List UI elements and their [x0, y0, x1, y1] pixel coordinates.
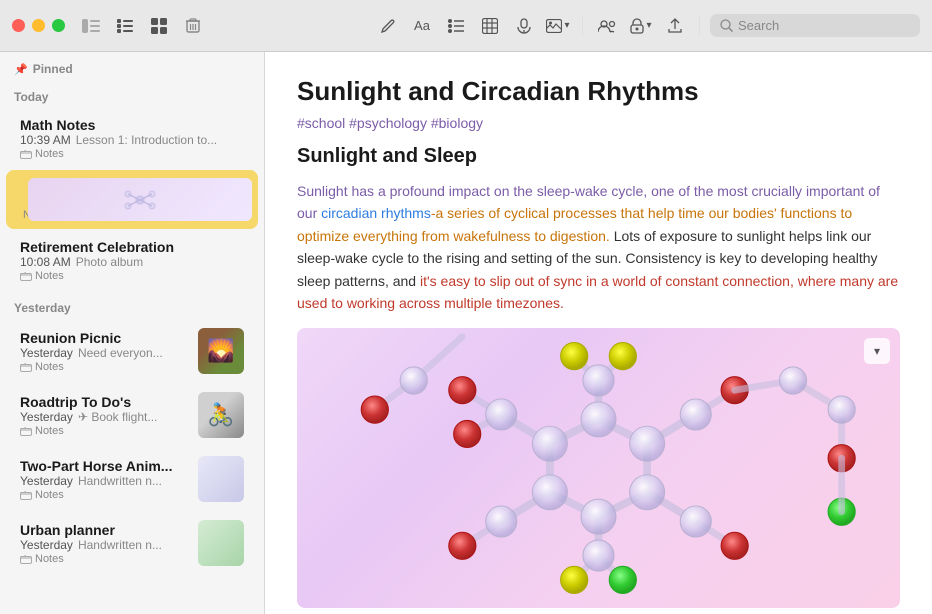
pinned-header: 📌 Pinned: [0, 52, 264, 80]
expand-chevron[interactable]: ▾: [864, 338, 890, 364]
note-meta: Yesterday Need everyon...: [20, 346, 190, 360]
delete-icon[interactable]: [181, 14, 205, 38]
window-controls: [12, 19, 65, 32]
note-title: Reunion Picnic: [20, 330, 190, 346]
search-icon: [720, 19, 733, 32]
note-text-reunion: Reunion Picnic Yesterday Need everyon...…: [20, 330, 190, 373]
grid-view-icon[interactable]: [147, 14, 171, 38]
molecule-image: ▾: [297, 328, 900, 608]
note-item-retirement[interactable]: Retirement Celebration 10:08 AM Photo al…: [6, 231, 258, 290]
font-icon[interactable]: Aa: [408, 12, 436, 40]
pin-icon: 📌: [14, 63, 28, 76]
note-meta: 10:39 AM Lesson 1: Introduction to...: [20, 133, 244, 147]
note-meta: Yesterday Handwritten n...: [20, 474, 190, 488]
note-meta: Yesterday ✈ Book flight...: [20, 410, 190, 424]
table-icon[interactable]: [476, 12, 504, 40]
note-body-paragraph: Sunlight has a profound impact on the sl…: [297, 180, 900, 314]
note-thumbnail-horse: [198, 456, 244, 502]
search-bar[interactable]: [710, 14, 920, 37]
molecule-svg: [297, 333, 900, 603]
today-header: Today: [0, 80, 264, 108]
tags-line: #school #psychology #biology: [297, 115, 900, 131]
titlebar-right-icons: Aa: [374, 12, 920, 40]
search-input[interactable]: [738, 18, 908, 33]
close-button[interactable]: [12, 19, 25, 32]
note-item-urban[interactable]: Urban planner Yesterday Handwritten n...…: [6, 512, 258, 574]
content-body[interactable]: Sunlight and Circadian Rhythms #school #…: [265, 52, 932, 614]
note-folder: Notes: [20, 148, 244, 160]
note-thumbnail-reunion: 🌄: [198, 328, 244, 374]
note-text-urban: Urban planner Yesterday Handwritten n...…: [20, 522, 190, 565]
note-text-math: Math Notes 10:39 AM Lesson 1: Introducti…: [20, 117, 244, 160]
note-folder: Notes: [20, 489, 190, 501]
note-folder: Notes: [20, 553, 190, 565]
note-title: Retirement Celebration: [20, 239, 244, 255]
titlebar-left-icons: [79, 14, 205, 38]
separator-2: [699, 16, 700, 36]
content-area: Sunlight and Circadian Rhythms #school #…: [265, 52, 932, 614]
list-view-icon[interactable]: [113, 14, 137, 38]
note-title: Two-Part Horse Anim...: [20, 458, 190, 474]
note-folder: Notes: [20, 361, 190, 373]
note-folder: Notes: [20, 425, 190, 437]
sidebar: 📌 Pinned Today Math Notes 10:39 AM Lesso…: [0, 52, 265, 614]
note-title: Math Notes: [20, 117, 244, 133]
note-meta: 10:08 AM Photo album: [20, 255, 244, 269]
note-title: Urban planner: [20, 522, 190, 538]
yesterday-header: Yesterday: [0, 291, 264, 319]
titlebar: Aa: [0, 0, 932, 52]
note-meta: Yesterday Handwritten n...: [20, 538, 190, 552]
note-text-horse: Two-Part Horse Anim... Yesterday Handwri…: [20, 458, 190, 501]
media-icon[interactable]: ▾: [544, 12, 572, 40]
note-text-retirement: Retirement Celebration 10:08 AM Photo al…: [20, 239, 244, 282]
note-thumbnail-sunlight: [28, 178, 252, 221]
compose-icon[interactable]: [374, 12, 402, 40]
minimize-button[interactable]: [32, 19, 45, 32]
note-folder: Notes: [20, 270, 244, 282]
separator-1: [582, 16, 583, 36]
note-item-sunlight[interactable]: Sunlight and Circulia... 10:35 AM #schoo…: [6, 170, 258, 229]
audio-icon[interactable]: [510, 12, 538, 40]
note-item-reunion[interactable]: Reunion Picnic Yesterday Need everyon...…: [6, 320, 258, 382]
note-item-math-notes[interactable]: Math Notes 10:39 AM Lesson 1: Introducti…: [6, 109, 258, 168]
note-thumbnail-roadtrip: 🚴: [198, 392, 244, 438]
note-main-title: Sunlight and Circadian Rhythms: [297, 76, 900, 107]
maximize-button[interactable]: [52, 19, 65, 32]
note-title: Roadtrip To Do's: [20, 394, 190, 410]
checklist-icon[interactable]: [442, 12, 470, 40]
lock-icon[interactable]: ▾: [627, 12, 655, 40]
note-subtitle: Sunlight and Sleep: [297, 145, 900, 168]
share-icon[interactable]: [661, 12, 689, 40]
main-layout: 📌 Pinned Today Math Notes 10:39 AM Lesso…: [0, 52, 932, 614]
collaborate-icon[interactable]: [593, 12, 621, 40]
note-text-roadtrip: Roadtrip To Do's Yesterday ✈ Book flight…: [20, 394, 190, 437]
sidebar-toggle-icon[interactable]: [79, 14, 103, 38]
note-thumbnail-urban: [198, 520, 244, 566]
note-item-horse[interactable]: Two-Part Horse Anim... Yesterday Handwri…: [6, 448, 258, 510]
note-item-roadtrip[interactable]: Roadtrip To Do's Yesterday ✈ Book flight…: [6, 384, 258, 446]
text-segment-2: circadian rhythms: [321, 205, 431, 221]
